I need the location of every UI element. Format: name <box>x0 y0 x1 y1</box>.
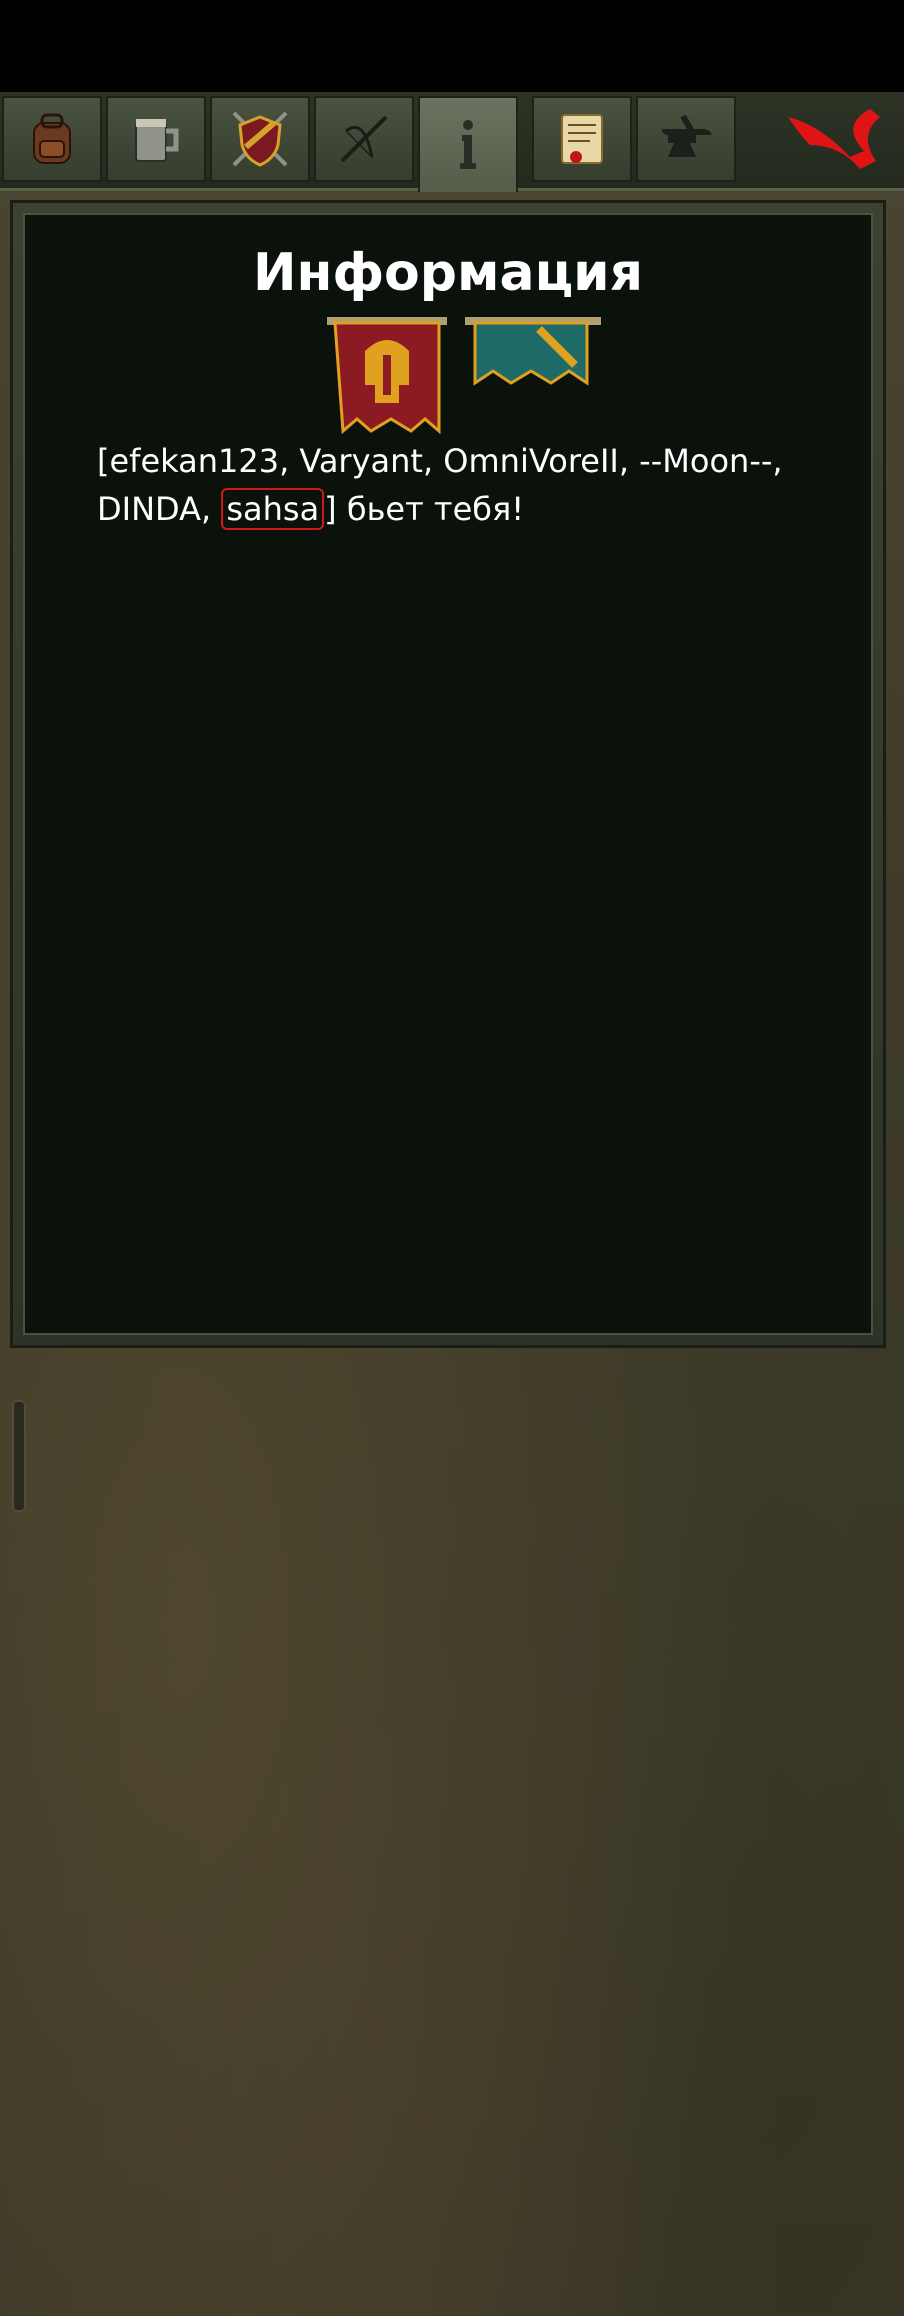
tab-tavern[interactable] <box>106 96 206 182</box>
backpack-icon <box>33 113 71 164</box>
mug-icon <box>135 119 179 162</box>
tab-bar <box>0 92 904 192</box>
tab-clan[interactable] <box>210 96 310 182</box>
tab-quests[interactable] <box>532 96 632 182</box>
message-suffix: ] бьет тебя! <box>324 490 525 528</box>
crossbow-icon <box>340 115 388 163</box>
info-panel-content: Информация [efekan123, Varyant, OmniVore… <box>23 213 873 1335</box>
game-screen: Информация [efekan123, Varyant, OmniVore… <box>0 0 904 2316</box>
tab-arena[interactable] <box>314 96 414 182</box>
info-panel: Информация [efekan123, Varyant, OmniVore… <box>10 200 886 1348</box>
tab-smithy[interactable] <box>636 96 736 182</box>
highlighted-player: sahsa <box>221 488 325 530</box>
scroll-handle[interactable] <box>12 1400 26 1512</box>
teal-hammer-banner-icon <box>465 317 601 386</box>
close-button[interactable] <box>780 92 890 178</box>
battle-message: [efekan123, Varyant, OmniVoreII, --Moon-… <box>97 437 817 533</box>
info-icon <box>460 120 476 169</box>
red-helmet-banner-icon <box>327 317 447 435</box>
tab-info[interactable] <box>418 96 518 192</box>
shield-swords-icon <box>232 111 288 167</box>
tab-inventory[interactable] <box>2 96 102 182</box>
anvil-icon <box>662 114 712 157</box>
scroll-icon <box>561 114 603 164</box>
panel-title: Информация <box>253 243 643 303</box>
status-bar-area <box>0 0 904 92</box>
close-icon <box>788 109 880 169</box>
clan-banners <box>327 317 601 435</box>
